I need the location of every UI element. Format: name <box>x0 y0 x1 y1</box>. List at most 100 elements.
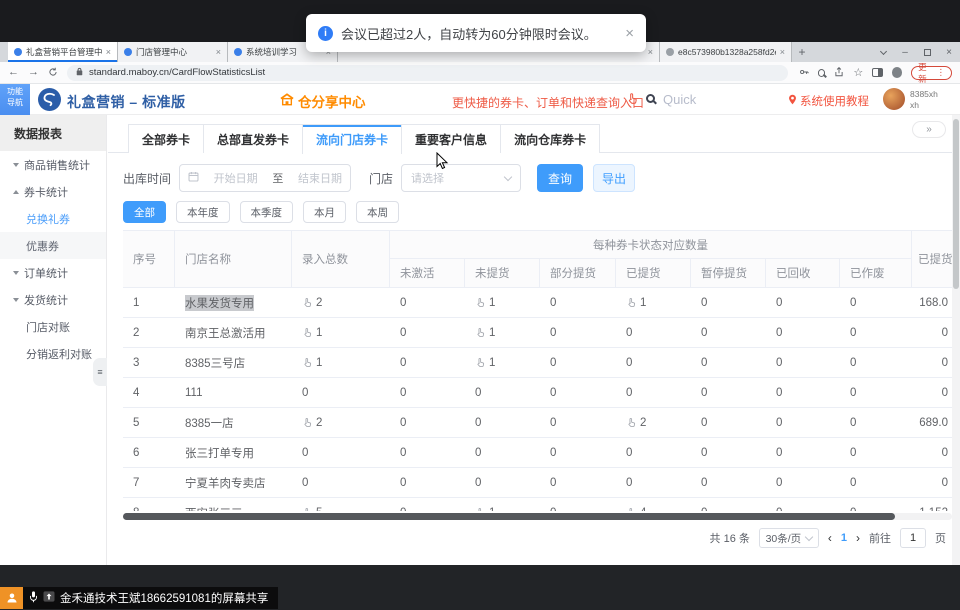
count-cell: 0 <box>390 348 465 377</box>
range-week[interactable]: 本周 <box>356 201 399 223</box>
tab-search-chevron-icon[interactable] <box>872 42 894 62</box>
browser-toolbar: ← → standard.maboy.cn/CardFlowStatistics… <box>0 62 960 84</box>
page-size-select[interactable]: 30条/页 <box>759 528 819 548</box>
sidebar-item-order-stats[interactable]: 订单统计 <box>0 259 106 286</box>
count-link-cell[interactable]: 1 <box>465 498 540 511</box>
key-icon[interactable] <box>799 64 809 82</box>
sidebar-item-rebate-reconcile[interactable]: 分销返利对账 <box>0 340 106 367</box>
count-link-cell[interactable]: 1 <box>616 288 691 317</box>
picked-amount-cell: 1,152 <box>912 498 952 511</box>
chrome-update-button[interactable]: 更新⋮ <box>911 66 952 80</box>
count-cell: 0 <box>292 468 390 497</box>
count-link-cell[interactable]: 2 <box>292 408 390 437</box>
table-row: 1水果发货专用20101000168.0 <box>123 288 952 318</box>
sidebar-collapse-handle[interactable]: ≡ <box>93 358 107 386</box>
browser-tab[interactable]: e8c573980b1328a258fd2e618 × <box>660 42 792 62</box>
share-center-label: 仓分享中心 <box>298 91 366 111</box>
count-cell: 0 <box>616 438 691 467</box>
count-cell: 0 <box>766 408 840 437</box>
profile-icon[interactable] <box>892 67 902 78</box>
count-link-cell[interactable]: 1 <box>292 348 390 377</box>
prev-page-button[interactable]: ‹ <box>828 531 832 545</box>
refresh-icon[interactable] <box>48 64 58 82</box>
row-index: 4 <box>123 378 175 407</box>
tab-hq-direct-cards[interactable]: 总部直发券卡 <box>203 124 303 153</box>
store-name-cell: 南京王总激活用 <box>175 318 292 347</box>
tab-store-flow-cards[interactable]: 流向门店券卡 <box>302 124 402 154</box>
count-cell: 0 <box>616 468 691 497</box>
tab-close-icon[interactable]: × <box>106 47 111 57</box>
zoom-icon[interactable] <box>818 69 826 77</box>
toast-close-icon[interactable]: × <box>625 25 634 42</box>
horizontal-scrollbar[interactable] <box>123 513 952 520</box>
window-close-button[interactable]: × <box>938 42 960 62</box>
tutorial-link[interactable]: 系统使用教程 <box>788 93 869 109</box>
col-picked: 已提货 <box>616 259 691 287</box>
tab-close-icon[interactable]: × <box>216 47 221 57</box>
count-link-cell[interactable]: 1 <box>292 318 390 347</box>
range-all[interactable]: 全部 <box>123 201 166 223</box>
quick-search-label[interactable]: Quick <box>663 92 696 107</box>
quick-range-row: 全部 本年度 本季度 本月 本周 <box>123 201 399 223</box>
user-avatar[interactable] <box>883 88 905 110</box>
function-nav-button[interactable]: 功能导航 <box>0 84 30 115</box>
quick-search-icon[interactable] <box>646 94 655 103</box>
count-cell: 0 <box>390 468 465 497</box>
minimize-button[interactable]: – <box>894 42 916 62</box>
vertical-scrollbar[interactable] <box>952 115 960 565</box>
goto-page-input[interactable]: 1 <box>900 528 926 548</box>
count-cell: 0 <box>540 498 616 511</box>
count-link-cell[interactable]: 2 <box>292 288 390 317</box>
count-link-cell[interactable]: 1 <box>465 288 540 317</box>
browser-tab-active[interactable]: 礼盒营销平台管理中心 × <box>8 42 118 62</box>
expand-button[interactable]: » <box>912 121 946 138</box>
select-placeholder: 请选择 <box>411 170 444 186</box>
count-cell: 0 <box>691 348 766 377</box>
tab-close-icon[interactable]: × <box>648 47 653 57</box>
tab-warehouse-flow-cards[interactable]: 流向仓库券卡 <box>500 124 600 153</box>
side-panel-icon[interactable] <box>872 68 882 77</box>
tab-all-cards[interactable]: 全部券卡 <box>128 124 204 153</box>
count-link-cell[interactable]: 2 <box>616 408 691 437</box>
range-month[interactable]: 本月 <box>303 201 346 223</box>
maximize-button[interactable] <box>916 42 938 62</box>
tab-key-customer-info[interactable]: 重要客户信息 <box>401 124 501 153</box>
row-index: 1 <box>123 288 175 317</box>
caret-down-icon <box>13 298 19 302</box>
sidebar-item-shipping-stats[interactable]: 发货统计 <box>0 286 106 313</box>
search-button[interactable]: 查询 <box>537 164 583 192</box>
date-range-input[interactable]: 开始日期 至 结束日期 <box>179 164 351 192</box>
sidebar-item-product-sales[interactable]: 商品销售统计 <box>0 151 106 178</box>
count-link-cell[interactable]: 1 <box>465 318 540 347</box>
current-page[interactable]: 1 <box>841 532 847 544</box>
count-link-cell[interactable]: 1 <box>465 348 540 377</box>
sidebar-item-card-stats[interactable]: 券卡统计 <box>0 178 106 205</box>
range-quarter[interactable]: 本季度 <box>240 201 294 223</box>
sidebar-item-coupon[interactable]: 优惠券 <box>0 232 106 259</box>
share-icon[interactable] <box>834 64 844 82</box>
bookmark-star-icon[interactable]: ☆ <box>853 66 863 79</box>
address-bar[interactable]: standard.maboy.cn/CardFlowStatisticsList <box>67 65 788 81</box>
store-select[interactable]: 请选择 <box>401 164 521 192</box>
count-link-cell[interactable]: 5 <box>292 498 390 511</box>
tutorial-label: 系统使用教程 <box>800 93 869 109</box>
browser-tab-label: 门店管理中心 <box>136 46 212 58</box>
back-icon[interactable]: ← <box>8 67 19 78</box>
warehouse-share-link[interactable]: 仓分享中心 <box>280 91 366 111</box>
new-tab-button[interactable]: + <box>792 42 812 62</box>
scrollbar-thumb[interactable] <box>953 119 959 289</box>
col-picked-amount: 已提货金额 <box>912 231 952 287</box>
forward-icon[interactable]: → <box>28 67 39 78</box>
browser-tab[interactable]: 门店管理中心 × <box>118 42 228 62</box>
row-index: 3 <box>123 348 175 377</box>
scrollbar-thumb[interactable] <box>123 513 895 520</box>
tab-close-icon[interactable]: × <box>780 47 785 57</box>
count-cell: 0 <box>766 498 840 511</box>
range-year[interactable]: 本年度 <box>176 201 230 223</box>
next-page-button[interactable]: › <box>856 531 860 545</box>
sidebar-item-gift-voucher[interactable]: 兑换礼券 <box>0 205 106 232</box>
count-link-cell[interactable]: 4 <box>616 498 691 511</box>
sidebar-item-store-reconcile[interactable]: 门店对账 <box>0 313 106 340</box>
export-button[interactable]: 导出 <box>593 164 635 192</box>
pointer-icon <box>302 297 313 308</box>
